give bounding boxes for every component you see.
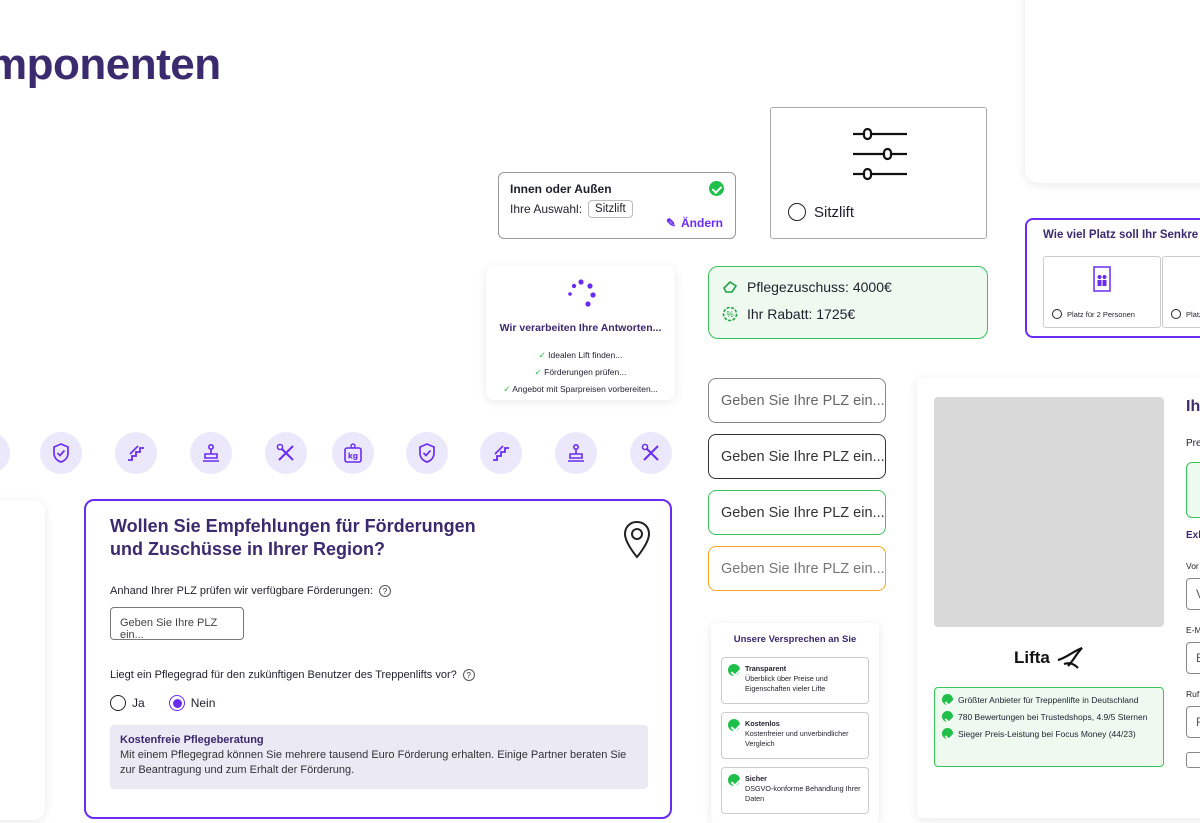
tools-icon xyxy=(265,432,307,474)
space-title: Wie viel Platz soll Ihr Senkre xyxy=(1043,229,1199,241)
provider-card: Lifta Größter Anbieter für Treppenlifte … xyxy=(917,378,1200,818)
subsidy-form-card: Wollen Sie Empfehlungen für Förderungen … xyxy=(84,499,672,819)
right-form-label: E-M xyxy=(1186,625,1200,635)
right-form-label: Pre xyxy=(1186,438,1200,449)
right-form-label: Exk xyxy=(1186,530,1200,541)
option-label: Platz xyxy=(1186,309,1200,319)
first-name-input[interactable]: V xyxy=(1186,578,1200,610)
info-title: Kostenfreie Pflegeberatung xyxy=(120,734,264,746)
processing-title: Wir verarbeiten Ihre Antworten... xyxy=(499,322,662,334)
radio-2-persons[interactable] xyxy=(1052,309,1062,319)
processing-step: ✓ Idealen Lift finden... xyxy=(538,350,623,360)
selection-value-badge: Sitzlift xyxy=(588,200,633,218)
email-input[interactable]: E xyxy=(1186,642,1200,674)
stairs-icon xyxy=(480,432,522,474)
plz-input-default[interactable]: Geben Sie Ihre PLZ ein... xyxy=(708,378,886,423)
sliders-icon xyxy=(853,127,907,181)
page-title: mponenten xyxy=(0,40,221,89)
promise-item: Sicher DSGVO-konforme Behandlung Ihrer Da… xyxy=(721,767,869,814)
promises-title: Unsere Versprechen an Sie xyxy=(733,634,857,645)
right-form-heading: Ih xyxy=(1186,398,1200,415)
elevator-people-icon xyxy=(1093,266,1111,292)
check-icon xyxy=(709,181,724,196)
provider-fact: Größter Anbieter für Treppenlifte in Deu… xyxy=(942,694,1156,706)
radio-option-2[interactable] xyxy=(1171,309,1181,319)
promises-card: Unsere Versprechen an Sie Transparent Übe… xyxy=(711,623,879,823)
promise-item: Transparent Überblick über Preise und Eig… xyxy=(721,657,869,704)
right-form-green-box xyxy=(1186,462,1200,518)
selection-summary-card: Innen oder Außen Ihre Auswahl: Sitzlift … xyxy=(498,172,736,239)
provider-fact: 780 Bewertungen bei Trustedshops, 4.9/5 … xyxy=(942,711,1156,723)
partial-icon xyxy=(0,432,10,474)
radio-yes[interactable] xyxy=(110,695,126,711)
plz-input-focused[interactable]: Geben Sie Ihre PLZ ein... xyxy=(708,434,886,479)
help-icon[interactable]: ? xyxy=(378,585,391,597)
stairlift-seat-icon xyxy=(190,432,232,474)
plz-input-valid[interactable]: Geben Sie Ihre PLZ ein... xyxy=(708,490,886,535)
phone-input[interactable]: R xyxy=(1186,706,1200,738)
svg-text:kg: kg xyxy=(348,452,358,461)
provider-facts: Größter Anbieter für Treppenlifte in Deu… xyxy=(934,687,1164,767)
svg-text:%: % xyxy=(726,310,733,319)
check-icon xyxy=(728,719,740,731)
consent-checkbox[interactable] xyxy=(1186,752,1200,768)
subsidy-card: Pflegezuschuss: 4000€ % Ihr Rabatt: 1725… xyxy=(708,266,988,339)
shield-check-icon xyxy=(40,432,82,474)
tools-icon xyxy=(630,432,672,474)
processing-step: ✓ Förderungen prüfen... xyxy=(534,367,627,377)
loading-spinner-icon xyxy=(568,279,596,307)
plz-label: Anhand Ihrer PLZ prüfen wir verfügbare F… xyxy=(110,585,373,597)
swallow-logo-icon xyxy=(1057,646,1083,669)
processing-step: ✓ Angebot mit Sparpreisen vorbereiten... xyxy=(503,384,658,394)
right-form-label: Vor xyxy=(1186,561,1199,571)
care-consultation-info: Kostenfreie Pflegeberatung Mit einem Pfl… xyxy=(110,725,648,789)
option-label: Platz für 2 Personen xyxy=(1067,309,1135,319)
help-icon[interactable]: ? xyxy=(462,669,475,681)
form-title: Wollen Sie Empfehlungen für Förderungen … xyxy=(110,516,476,559)
form-plz-input[interactable]: Geben Sie Ihre PLZ ein... xyxy=(110,607,244,641)
change-label: Ändern xyxy=(681,216,723,230)
provider-image-placeholder xyxy=(934,397,1164,627)
location-pin-icon xyxy=(623,520,651,559)
check-icon xyxy=(728,774,740,786)
plz-input-warning[interactable]: Geben Sie Ihre PLZ ein... xyxy=(708,546,886,591)
check-icon xyxy=(728,664,740,676)
left-partial-card xyxy=(0,500,45,820)
care-allowance-text: Pflegezuschuss: 4000€ xyxy=(747,279,892,295)
radio-no[interactable] xyxy=(168,695,185,711)
selection-title: Innen oder Außen xyxy=(510,181,612,196)
care-level-question: Liegt ein Pflegegrad für den zukünftigen… xyxy=(110,669,457,681)
change-button[interactable]: ✎ Ändern xyxy=(666,216,723,230)
space-question-card: Wie viel Platz soll Ihr Senkre Platz für… xyxy=(1025,218,1200,338)
promise-item: Kostenlos Kostenfreier und unverbindliche… xyxy=(721,712,869,759)
space-option-2-persons[interactable]: Platz für 2 Personen xyxy=(1043,256,1161,328)
processing-card: Wir verarbeiten Ihre Antworten... ✓ Idea… xyxy=(486,266,675,400)
shield-check-icon xyxy=(406,432,448,474)
sitzlift-label: Sitzlift xyxy=(814,203,855,221)
provider-logo: Lifta xyxy=(1014,646,1084,670)
pencil-icon: ✎ xyxy=(665,216,676,230)
discount-icon: % xyxy=(722,306,738,322)
option-card-sitzlift[interactable]: Sitzlift xyxy=(770,107,987,239)
radio-no-label: Nein xyxy=(190,696,216,710)
selection-label: Ihre Auswahl: xyxy=(510,202,583,216)
weight-kg-icon: kg xyxy=(332,432,374,474)
sitzlift-radio[interactable] xyxy=(788,203,806,221)
stairs-icon xyxy=(115,432,157,474)
discount-text: Ihr Rabatt: 1725€ xyxy=(747,306,856,322)
piggy-bank-icon xyxy=(723,280,738,293)
provider-fact: Sieger Preis-Leistung bei Focus Money (4… xyxy=(942,728,1156,740)
top-right-card xyxy=(1025,0,1200,183)
right-form-label: Ruf xyxy=(1186,689,1200,699)
stairlift-seat-icon xyxy=(555,432,597,474)
radio-yes-label: Ja xyxy=(132,696,145,710)
icon-row: kg xyxy=(0,432,700,474)
info-text: Mit einem Pflegegrad können Sie mehrere … xyxy=(120,749,627,776)
space-option-2[interactable]: Platz xyxy=(1162,256,1200,328)
